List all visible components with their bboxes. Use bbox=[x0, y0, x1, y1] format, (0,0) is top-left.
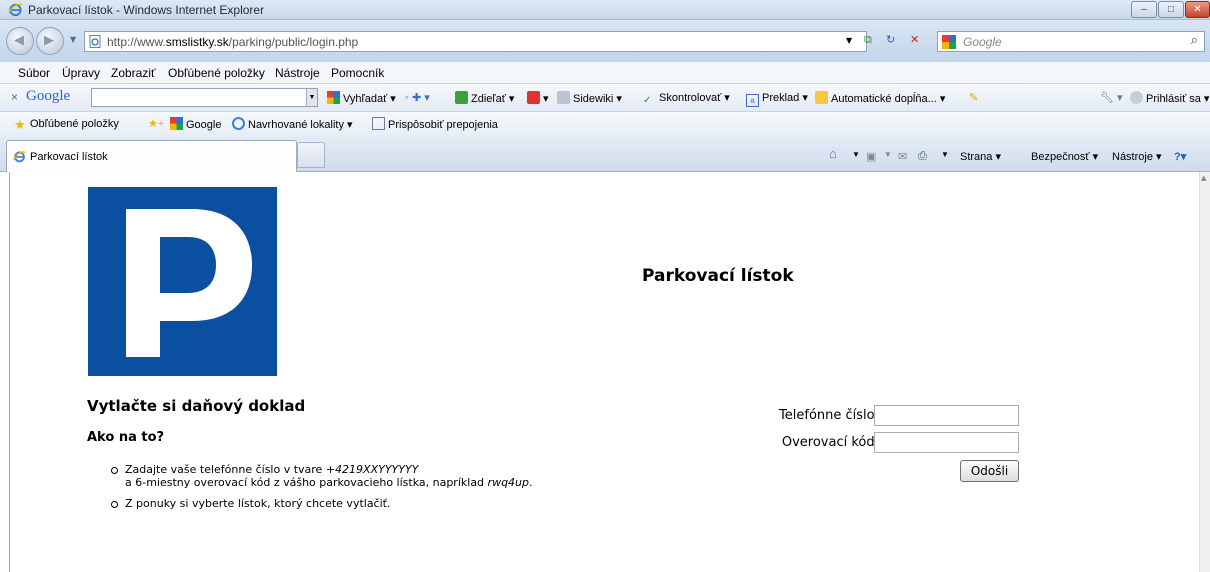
spellcheck-button[interactable]: ✓ Skontrolovať ▾ bbox=[643, 91, 730, 108]
menu-tools[interactable]: Nástroje bbox=[275, 66, 320, 80]
history-dropdown-icon[interactable]: ▼ bbox=[70, 35, 76, 44]
submit-button[interactable]: Odošli bbox=[960, 460, 1019, 482]
phone-input[interactable] bbox=[874, 405, 1019, 426]
favorites-button[interactable]: ★ Obľúbené položky bbox=[14, 117, 119, 132]
spellcheck-icon: ✓ bbox=[643, 95, 652, 106]
tools-menu-button[interactable]: Nástroje ▾ bbox=[1112, 150, 1162, 163]
google-icon bbox=[170, 117, 183, 130]
parking-logo bbox=[88, 187, 277, 376]
menu-bar: Súbor Úpravy Zobraziť Obľúbené položky N… bbox=[0, 62, 1210, 84]
share-button[interactable]: Zdieľať ▾ bbox=[455, 91, 514, 105]
pencil-icon[interactable]: ✎ bbox=[969, 91, 978, 104]
print-icon[interactable]: ⎙ bbox=[918, 150, 927, 163]
menu-file[interactable]: Súbor bbox=[18, 66, 50, 80]
tab-parkovaci-listok[interactable]: Parkovací lístok bbox=[6, 140, 297, 172]
address-row: ◀ ▶ ▼ http://www.smslistky.sk/parking/pu… bbox=[0, 20, 1210, 62]
list-item: Zadajte vaše telefónne číslo v tvare +42… bbox=[111, 463, 533, 489]
phone-label: Telefónne číslo: bbox=[779, 408, 879, 423]
menu-view[interactable]: Zobraziť bbox=[111, 66, 156, 80]
page-title: Parkovací lístok bbox=[642, 266, 794, 286]
page-content: Parkovací lístok Vytlačte si daňový dokl… bbox=[9, 172, 1199, 572]
safety-menu-button[interactable]: Bezpečnosť ▾ bbox=[1031, 150, 1098, 163]
sign-in-button[interactable]: Prihlásiť sa ▾ bbox=[1130, 91, 1209, 105]
search-history-dropdown-icon[interactable]: ▼ bbox=[306, 89, 317, 106]
search-placeholder: Google bbox=[963, 35, 1002, 49]
search-button[interactable]: Vyhľadať ▾ bbox=[327, 91, 396, 105]
help-icon[interactable]: ?▾ bbox=[1174, 150, 1186, 163]
menu-edit[interactable]: Úpravy bbox=[62, 66, 100, 80]
star-icon: ★ bbox=[14, 117, 26, 132]
bookmark-button[interactable]: ▾ bbox=[527, 91, 549, 105]
bookmark-icon bbox=[527, 91, 540, 104]
google-icon bbox=[327, 91, 340, 104]
window-titlebar: Parkovací lístok - Windows Internet Expl… bbox=[0, 0, 1210, 20]
search-icon[interactable]: ⌕ bbox=[1191, 33, 1198, 48]
page-menu-button[interactable]: Strana ▾ bbox=[960, 150, 1001, 163]
page-icon bbox=[89, 35, 101, 48]
tab-label: Parkovací lístok bbox=[30, 151, 108, 163]
close-toolbar-icon[interactable]: × bbox=[11, 90, 18, 104]
search-box[interactable]: Google ⌕ bbox=[937, 31, 1205, 52]
scroll-up-icon[interactable]: ▲ bbox=[1201, 174, 1206, 182]
wrench-icon[interactable]: 🔧︎ ▾ bbox=[1100, 91, 1123, 104]
how-to-heading: Ako na to? bbox=[87, 430, 165, 445]
share-icon bbox=[455, 91, 468, 104]
stop-icon[interactable]: ✕ bbox=[910, 33, 919, 46]
mail-icon[interactable]: ✉ bbox=[898, 150, 907, 163]
code-label: Overovací kód: bbox=[781, 435, 879, 450]
tab-row: Parkovací lístok ⌂ ▼ ▣ ▼ ✉ ⎙ ▼ Strana ▾ … bbox=[0, 136, 1210, 172]
url-text: http://www.smslistky.sk/parking/public/l… bbox=[107, 35, 359, 49]
autofill-button[interactable]: Automatické dopĺňa... ▾ bbox=[815, 91, 945, 105]
compatibility-icon[interactable]: ⧉ bbox=[864, 33, 872, 47]
internet-explorer-icon bbox=[8, 3, 23, 17]
google-icon bbox=[942, 35, 956, 49]
forward-button[interactable]: ▶ bbox=[36, 27, 64, 55]
instruction-list: Zadajte vaše telefónne číslo v tvare +42… bbox=[111, 463, 533, 518]
print-dropdown-icon[interactable]: ▼ bbox=[941, 150, 949, 159]
feeds-dropdown-icon[interactable]: ▼ bbox=[884, 150, 892, 159]
feeds-icon[interactable]: ▣ bbox=[866, 150, 876, 163]
new-tab-button[interactable] bbox=[297, 142, 325, 168]
forward-arrow-icon: ▶ bbox=[44, 33, 54, 48]
back-arrow-icon: ◀ bbox=[14, 33, 24, 48]
google-search-input[interactable] bbox=[91, 88, 318, 107]
add-button-icon[interactable]: ◦ ✚ ▾ bbox=[405, 91, 430, 104]
suggested-sites-button[interactable]: Navrhované lokality ▾ bbox=[232, 117, 353, 131]
sidewiki-icon bbox=[557, 91, 570, 104]
address-dropdown-icon[interactable]: ▼ bbox=[846, 36, 852, 45]
vertical-scrollbar[interactable]: ▲ bbox=[1199, 172, 1210, 572]
maximize-button[interactable]: □ bbox=[1158, 1, 1184, 18]
home-icon[interactable]: ⌂ bbox=[829, 146, 837, 161]
minimize-button[interactable]: – bbox=[1131, 1, 1157, 18]
print-invoice-heading: Vytlačte si daňový doklad bbox=[87, 397, 306, 415]
translate-icon: a bbox=[746, 94, 759, 107]
window-title: Parkovací lístok - Windows Internet Expl… bbox=[28, 3, 265, 17]
google-logo[interactable]: Google bbox=[26, 88, 70, 105]
close-window-button[interactable]: ✕ bbox=[1185, 1, 1210, 18]
favorite-google[interactable]: Google bbox=[170, 117, 221, 131]
sidewiki-button[interactable]: Sidewiki ▾ bbox=[557, 91, 622, 105]
favorites-bar: ★ Obľúbené položky ★+ Google Navrhované l… bbox=[0, 112, 1210, 136]
customize-links-button[interactable]: Prispôsobiť prepojenia bbox=[372, 117, 498, 131]
address-bar[interactable]: http://www.smslistky.sk/parking/public/l… bbox=[84, 31, 867, 52]
refresh-icon[interactable]: ↻ bbox=[886, 33, 895, 46]
internet-explorer-icon bbox=[232, 117, 245, 130]
menu-help[interactable]: Pomocník bbox=[331, 66, 384, 80]
verification-code-input[interactable] bbox=[874, 432, 1019, 453]
back-button[interactable]: ◀ bbox=[6, 27, 34, 55]
autofill-icon bbox=[815, 91, 828, 104]
internet-explorer-icon bbox=[13, 151, 26, 163]
menu-favorites[interactable]: Obľúbené položky bbox=[168, 66, 265, 80]
user-icon bbox=[1130, 91, 1143, 104]
add-favorite-icon[interactable]: ★+ bbox=[148, 117, 164, 130]
google-toolbar: × Google ▼ Vyhľadať ▾ ◦ ✚ ▾ Zdieľať ▾ ▾ … bbox=[0, 84, 1210, 112]
translate-button[interactable]: a Preklad ▾ bbox=[746, 91, 808, 107]
page-icon bbox=[372, 117, 385, 130]
home-dropdown-icon[interactable]: ▼ bbox=[852, 150, 860, 159]
list-item: Z ponuky si vyberte lístok, ktorý chcete… bbox=[111, 497, 533, 510]
